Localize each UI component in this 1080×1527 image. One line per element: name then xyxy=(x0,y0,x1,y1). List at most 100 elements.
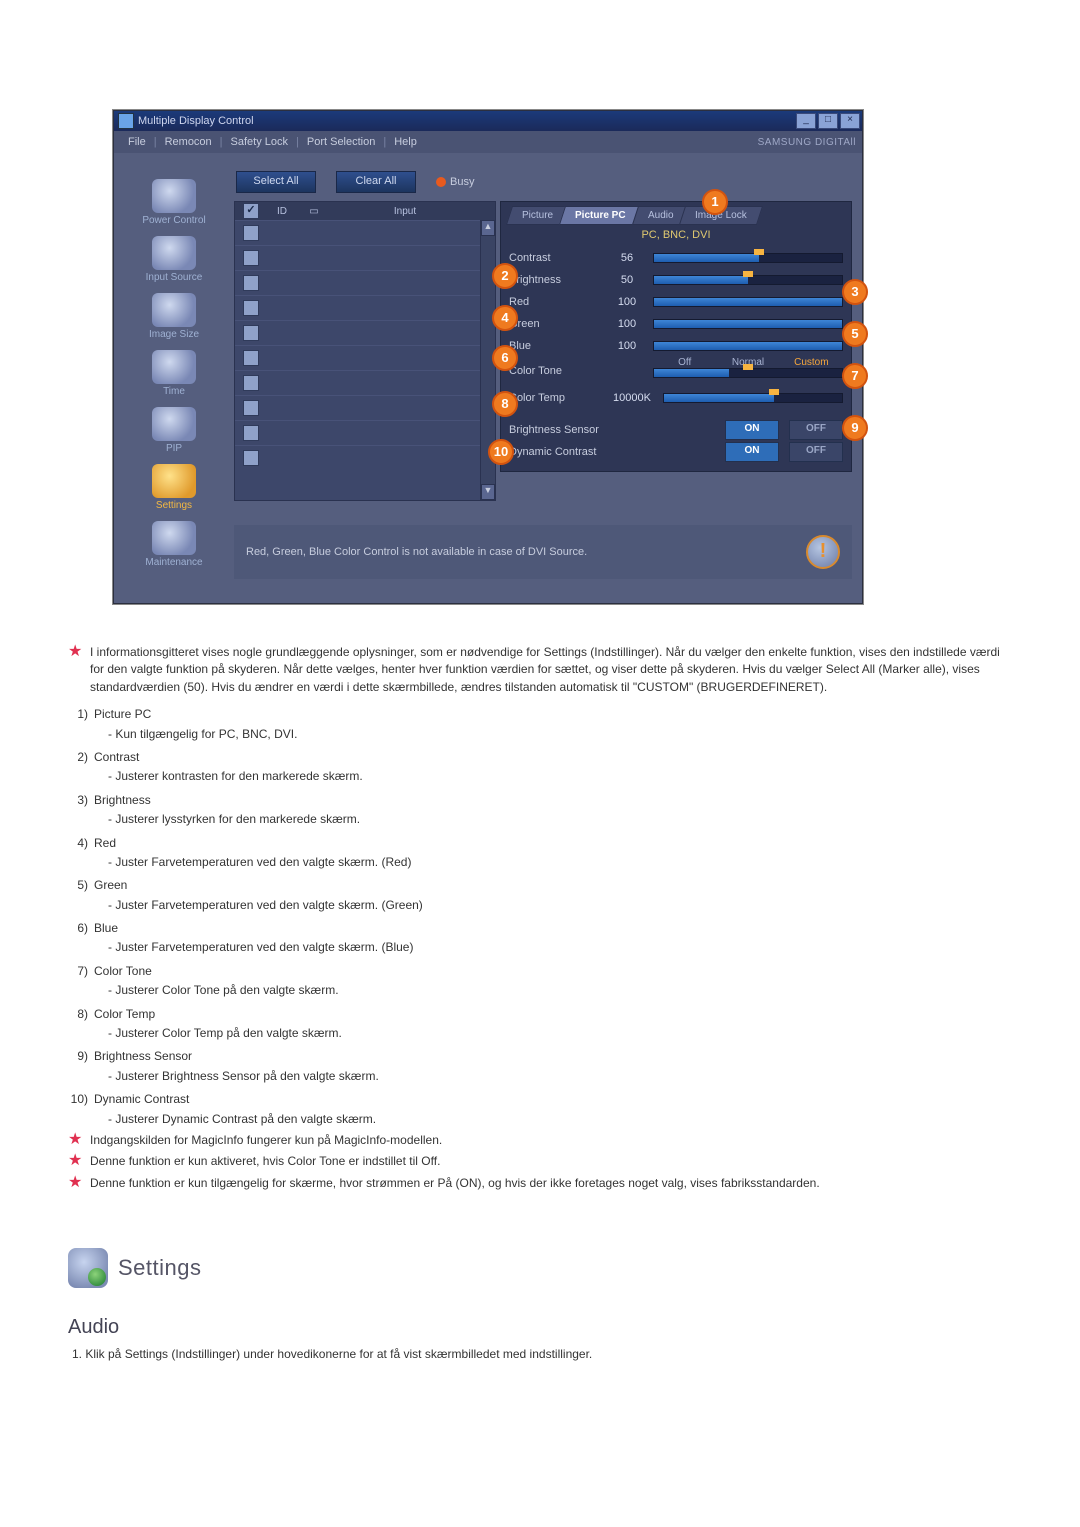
value-blue: 100 xyxy=(607,340,647,352)
callout-6: 6 xyxy=(492,345,518,371)
settings-section-icon xyxy=(68,1248,108,1288)
col-monitor-icon: ▭ xyxy=(297,206,331,217)
col-input: Input xyxy=(331,206,479,217)
maximize-button[interactable]: □ xyxy=(818,113,838,129)
info-grid: ID ▭ Input xyxy=(234,201,496,501)
pip-icon xyxy=(152,407,196,441)
slider-contrast[interactable] xyxy=(653,253,843,263)
row-checkbox[interactable] xyxy=(243,250,259,266)
note-1: ★Indgangskilden for MagicInfo fungerer k… xyxy=(68,1132,1012,1149)
dynamic-contrast-off[interactable]: OFF xyxy=(789,442,843,462)
busy-indicator: Busy xyxy=(436,176,474,188)
menubar: File| Remocon| Safety Lock| Port Selecti… xyxy=(114,131,862,153)
sidebar-item-settings[interactable]: Settings xyxy=(126,462,222,515)
brightness-sensor-on[interactable]: ON xyxy=(725,420,779,440)
table-row[interactable] xyxy=(235,295,495,320)
warning-icon: ! xyxy=(806,535,840,569)
note-3: ★Denne funktion er kun tilgængelig for s… xyxy=(68,1175,1012,1192)
row-checkbox[interactable] xyxy=(243,400,259,416)
maintenance-icon xyxy=(152,521,196,555)
scroll-down-icon[interactable]: ▼ xyxy=(481,484,495,500)
subheading-audio: Audio xyxy=(68,1316,1012,1339)
label-red: Red xyxy=(509,296,601,308)
slider-green[interactable] xyxy=(653,319,843,329)
app-window: Multiple Display Control _ □ × File| Rem… xyxy=(113,110,863,604)
note-2: ★Denne funktion er kun aktiveret, hvis C… xyxy=(68,1153,1012,1170)
row-checkbox[interactable] xyxy=(243,325,259,341)
audio-step-1: 1. Klik på Settings (Indstillinger) unde… xyxy=(72,1347,1012,1361)
settings-panel: Picture Picture PC Audio Image Lock PC, … xyxy=(500,201,852,472)
section-heading: Settings xyxy=(68,1248,1012,1288)
label-green: Green xyxy=(509,318,601,330)
row-checkbox[interactable] xyxy=(243,300,259,316)
value-color-temp: 10000K xyxy=(607,392,657,404)
label-color-tone: Color Tone xyxy=(509,357,601,377)
sidebar-item-power-control[interactable]: Power Control xyxy=(126,177,222,230)
mode-label: PC, BNC, DVI xyxy=(509,229,843,241)
callout-5: 5 xyxy=(842,321,868,347)
menu-port-selection[interactable]: Port Selection xyxy=(299,136,383,148)
table-row[interactable] xyxy=(235,270,495,295)
table-row[interactable] xyxy=(235,395,495,420)
slider-brightness[interactable] xyxy=(653,275,843,285)
brand-label: SAMSUNG DIGITAll xyxy=(758,137,856,148)
row-checkbox[interactable] xyxy=(243,425,259,441)
label-blue: Blue xyxy=(509,340,601,352)
sidebar-item-time[interactable]: Time xyxy=(126,348,222,401)
value-red: 100 xyxy=(607,296,647,308)
input-source-icon xyxy=(152,236,196,270)
callout-3: 3 xyxy=(842,279,868,305)
callout-1: 1 xyxy=(702,189,728,215)
tab-picture-pc[interactable]: Picture PC xyxy=(559,206,642,225)
section-title: Settings xyxy=(118,1255,202,1281)
time-icon xyxy=(152,350,196,384)
table-row[interactable] xyxy=(235,370,495,395)
close-button[interactable]: × xyxy=(840,113,860,129)
row-checkbox[interactable] xyxy=(243,225,259,241)
table-row[interactable] xyxy=(235,320,495,345)
intro-note: ★ I informationsgitteret vises nogle gru… xyxy=(68,644,1012,696)
brightness-sensor-off[interactable]: OFF xyxy=(789,420,843,440)
numbered-list: 1)Picture PC - Kun tilgængelig for PC, B… xyxy=(68,706,1012,1128)
sidebar-item-pip[interactable]: PIP xyxy=(126,405,222,458)
sidebar: Power Control Input Source Image Size Ti… xyxy=(114,171,234,579)
dynamic-contrast-on[interactable]: ON xyxy=(725,442,779,462)
slider-red[interactable] xyxy=(653,297,843,307)
clear-all-button[interactable]: Clear All xyxy=(336,171,416,193)
slider-blue[interactable] xyxy=(653,341,843,351)
slider-color-temp[interactable] xyxy=(663,393,843,403)
star-icon: ★ xyxy=(68,1132,84,1149)
scroll-up-icon[interactable]: ▲ xyxy=(481,220,495,236)
table-row[interactable] xyxy=(235,245,495,270)
label-brightness: Brightness xyxy=(509,274,601,286)
sidebar-item-image-size[interactable]: Image Size xyxy=(126,291,222,344)
header-checkbox[interactable] xyxy=(243,203,259,219)
row-checkbox[interactable] xyxy=(243,275,259,291)
menu-remocon[interactable]: Remocon xyxy=(157,136,220,148)
menu-file[interactable]: File xyxy=(120,136,154,148)
row-checkbox[interactable] xyxy=(243,450,259,466)
table-row[interactable] xyxy=(235,345,495,370)
tabs: Picture Picture PC Audio Image Lock xyxy=(509,206,843,225)
power-icon xyxy=(152,179,196,213)
callout-8: 8 xyxy=(492,391,518,417)
sidebar-item-input-source[interactable]: Input Source xyxy=(126,234,222,287)
menu-safety-lock[interactable]: Safety Lock xyxy=(223,136,296,148)
table-row[interactable] xyxy=(235,420,495,445)
minimize-button[interactable]: _ xyxy=(796,113,816,129)
select-all-button[interactable]: Select All xyxy=(236,171,316,193)
star-icon: ★ xyxy=(68,1153,84,1170)
sidebar-item-maintenance[interactable]: Maintenance xyxy=(126,519,222,572)
image-size-icon xyxy=(152,293,196,327)
menu-help[interactable]: Help xyxy=(386,136,425,148)
grid-body: ▲ ▼ xyxy=(235,220,495,500)
row-checkbox[interactable] xyxy=(243,375,259,391)
label-color-temp: Color Temp xyxy=(509,392,601,404)
col-id: ID xyxy=(267,206,297,217)
row-checkbox[interactable] xyxy=(243,350,259,366)
value-green: 100 xyxy=(607,318,647,330)
label-brightness-sensor: Brightness Sensor xyxy=(509,424,639,436)
table-row[interactable] xyxy=(235,445,495,470)
table-row[interactable] xyxy=(235,220,495,245)
slider-color-tone[interactable] xyxy=(653,368,843,378)
